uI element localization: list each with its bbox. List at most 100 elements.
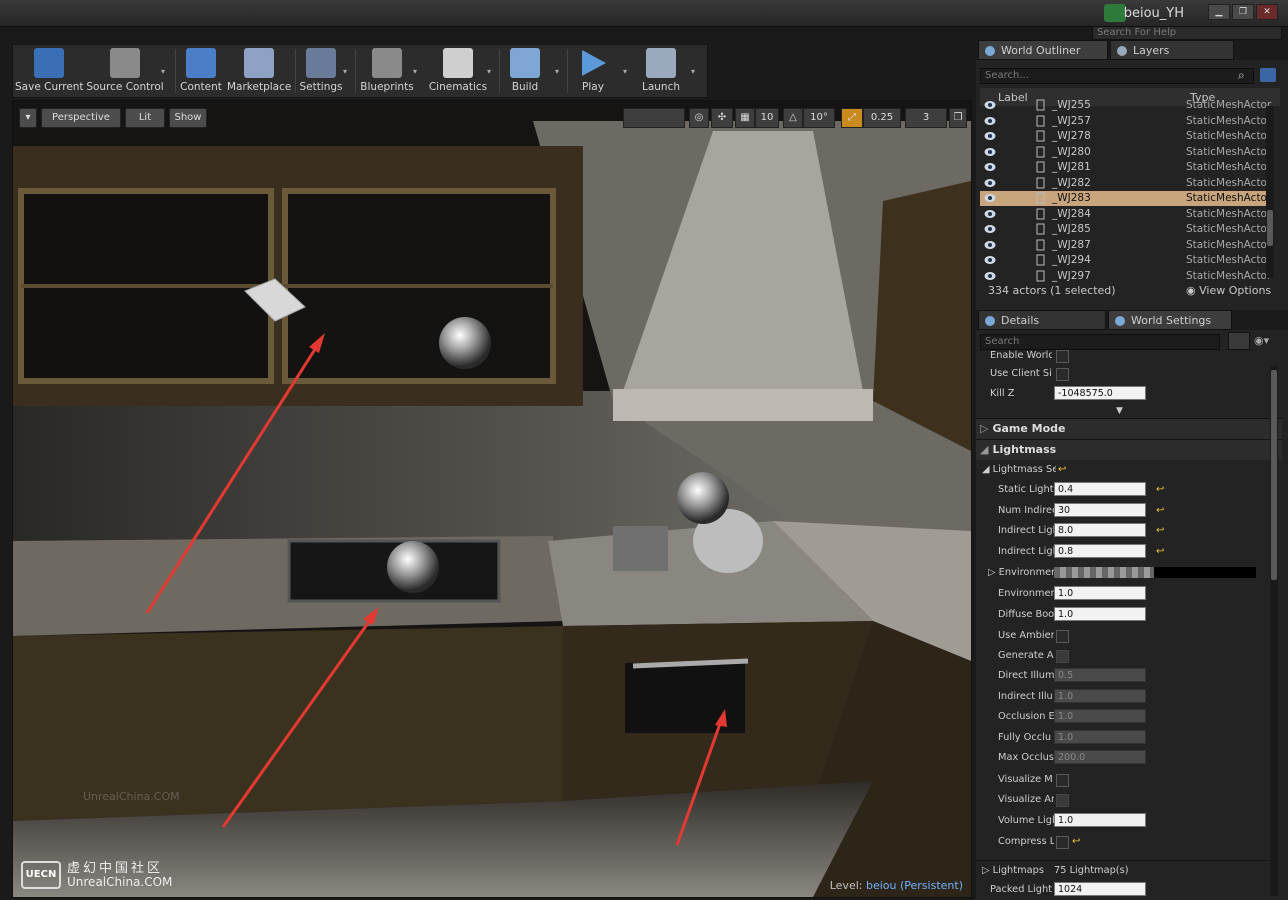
outliner-row[interactable]: _WJ281 StaticMeshActor	[980, 160, 1271, 175]
checkbox[interactable]	[1056, 836, 1069, 849]
rotation-snap-icon[interactable]: △	[783, 108, 803, 128]
launch-dropdown[interactable]: ▾	[691, 67, 695, 76]
build-dropdown[interactable]: ▾	[555, 67, 559, 76]
outliner-row[interactable]: _WJ282 StaticMeshActor	[980, 176, 1271, 191]
reset-to-default-icon[interactable]: ↩	[1058, 464, 1066, 475]
play-dropdown[interactable]: ▾	[623, 67, 627, 76]
reset-to-default-icon[interactable]: ↩	[1072, 836, 1080, 847]
level-viewport[interactable]: ▾ Perspective Lit Show ◎ ✣ ▦ 10 △ 10° ⤢ …	[12, 100, 972, 898]
scale-snap-icon[interactable]: ⤢	[841, 108, 863, 128]
source-control-button[interactable]: Source Control	[85, 45, 165, 97]
cinematics-dropdown[interactable]: ▾	[487, 67, 491, 76]
property-field[interactable]: 8.0	[1054, 523, 1146, 537]
outliner-row[interactable]: _WJ257 StaticMeshActor	[980, 114, 1271, 129]
diffuse-boost-field[interactable]: 1.0	[1054, 607, 1146, 621]
outliner-row[interactable]: _WJ255 StaticMeshActor	[980, 98, 1271, 113]
source-control-icon[interactable]	[1104, 4, 1126, 22]
kill-z-field[interactable]: -1048575.0	[1054, 386, 1146, 400]
outliner-row[interactable]: _WJ284 StaticMeshActor	[980, 207, 1271, 222]
outliner-row[interactable]: _WJ283 StaticMeshActor	[980, 191, 1271, 206]
property-field[interactable]: 0.4	[1054, 482, 1146, 496]
blueprints-dropdown[interactable]: ▾	[413, 67, 417, 76]
visibility-eye-icon[interactable]	[984, 209, 996, 219]
property-field[interactable]: 200.0	[1054, 750, 1146, 765]
build-button[interactable]: Build	[503, 45, 547, 97]
visibility-eye-icon[interactable]	[984, 271, 996, 281]
save-current-button[interactable]: Save Current	[15, 45, 84, 97]
visibility-eye-icon[interactable]	[984, 178, 996, 188]
details-scroll-thumb[interactable]	[1271, 370, 1277, 580]
content-button[interactable]: Content	[179, 45, 223, 97]
camera-speed-button[interactable]: 3	[905, 108, 947, 128]
visibility-eye-icon[interactable]	[984, 240, 996, 250]
outliner-row[interactable]: _WJ285 StaticMeshActor	[980, 222, 1271, 237]
rotation-snap-value[interactable]: 10°	[803, 108, 835, 128]
reset-to-default-icon[interactable]: ↩	[1156, 484, 1164, 495]
tab-details[interactable]: Details	[978, 310, 1106, 330]
tab-world-outliner[interactable]: World Outliner	[978, 40, 1108, 60]
outliner-row[interactable]: _WJ294 StaticMeshActor	[980, 253, 1271, 268]
visibility-eye-icon[interactable]	[984, 116, 996, 126]
add-actor-icon[interactable]	[1260, 68, 1276, 82]
advanced-expander-icon[interactable]: ▼	[1116, 406, 1123, 416]
play-button[interactable]: Play	[571, 45, 615, 97]
scale-snap-value[interactable]: 0.25	[863, 108, 901, 128]
outliner-search-input[interactable]: Search...	[980, 68, 1254, 84]
reset-to-default-icon[interactable]: ↩	[1156, 525, 1164, 536]
transform-mode-buttons[interactable]	[623, 108, 685, 128]
tab-layers[interactable]: Layers	[1110, 40, 1234, 60]
reset-to-default-icon[interactable]: ↩	[1156, 546, 1164, 557]
surface-snap-icon[interactable]: ✣	[711, 108, 733, 128]
settings-button[interactable]: Settings	[299, 45, 343, 97]
close-button[interactable]: ✕	[1256, 4, 1278, 20]
grid-snap-value[interactable]: 10	[755, 108, 779, 128]
checkbox[interactable]	[1056, 774, 1069, 787]
viewport-menu-button[interactable]: ▾	[19, 108, 37, 128]
property-field[interactable]: 1.0	[1054, 729, 1146, 744]
maximize-button[interactable]: ❐	[1232, 4, 1254, 20]
outliner-row[interactable]: _WJ287 StaticMeshActor	[980, 238, 1271, 253]
environment-color-picker[interactable]	[1154, 567, 1256, 578]
view-options-button[interactable]: ◉ View Options	[1186, 284, 1271, 297]
category-game-mode[interactable]: ▷ Game Mode	[976, 418, 1282, 439]
property-field[interactable]: 1.0	[1054, 709, 1146, 724]
grid-snap-icon[interactable]: ▦	[735, 108, 755, 128]
visibility-eye-icon[interactable]	[984, 193, 996, 203]
world-local-icon[interactable]: ◎	[689, 108, 709, 128]
property-field[interactable]: 30	[1054, 502, 1146, 517]
property-field[interactable]: 0.8	[1054, 543, 1146, 558]
lit-button[interactable]: Lit	[125, 108, 165, 128]
tab-world-settings[interactable]: World Settings	[1108, 310, 1232, 330]
visibility-eye-icon[interactable]	[984, 131, 996, 141]
outliner-row[interactable]: _WJ297 StaticMeshActor	[980, 269, 1271, 284]
launch-button[interactable]: Launch	[637, 45, 685, 97]
outliner-scrollbar[interactable]	[1266, 106, 1274, 278]
packed-light-field[interactable]: 1024	[1054, 882, 1146, 896]
cinematics-button[interactable]: Cinematics	[427, 45, 489, 97]
environment-intensity-field[interactable]: 1.0	[1054, 586, 1146, 600]
property-field[interactable]: 1.0	[1054, 688, 1146, 703]
details-scrollbar[interactable]	[1270, 366, 1278, 896]
checkbox[interactable]	[1056, 630, 1069, 643]
help-search-input[interactable]: Search For Help	[1092, 26, 1282, 40]
checkbox[interactable]	[1056, 350, 1069, 363]
property-row[interactable]: ◢ Lightmass Se ↩	[976, 460, 1268, 480]
checkbox[interactable]	[1056, 368, 1069, 381]
marketplace-button[interactable]: Marketplace	[227, 45, 291, 97]
source-control-dropdown[interactable]: ▾	[161, 67, 165, 76]
outliner-scroll-thumb[interactable]	[1267, 210, 1273, 246]
minimize-button[interactable]: ▁	[1208, 4, 1230, 20]
visibility-eye-icon[interactable]	[984, 147, 996, 157]
visibility-eye-icon[interactable]	[984, 224, 996, 234]
show-button[interactable]: Show	[169, 108, 207, 128]
blueprints-button[interactable]: Blueprints	[359, 45, 415, 97]
visibility-eye-icon[interactable]	[984, 100, 996, 110]
volume-light-field[interactable]: 1.0	[1054, 813, 1146, 827]
settings-dropdown[interactable]: ▾	[343, 67, 347, 76]
perspective-button[interactable]: Perspective	[41, 108, 121, 128]
outliner-row[interactable]: _WJ278 StaticMeshActor	[980, 129, 1271, 144]
checkbox[interactable]	[1056, 794, 1069, 807]
outliner-row[interactable]: _WJ280 StaticMeshActor	[980, 145, 1271, 160]
visibility-eye-icon[interactable]	[984, 255, 996, 265]
category-lightmass[interactable]: ◢ Lightmass	[976, 439, 1282, 460]
